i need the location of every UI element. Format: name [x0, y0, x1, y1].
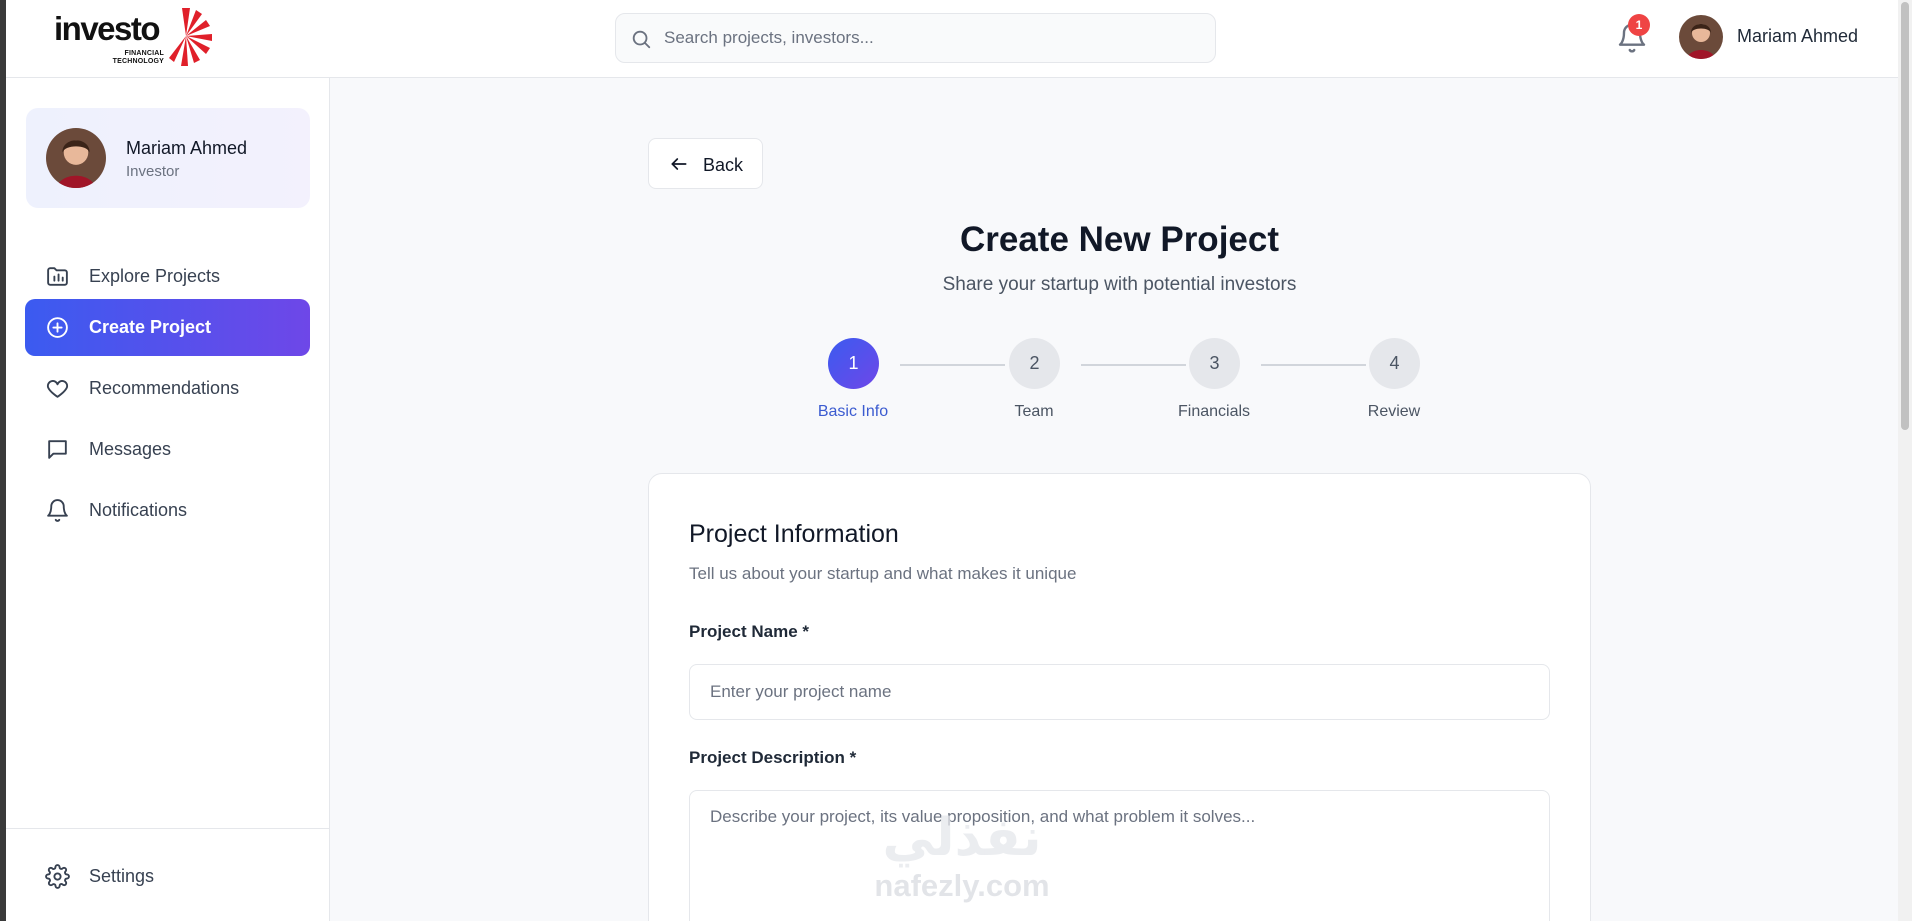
- notification-count-badge: 1: [1628, 14, 1650, 36]
- search-bar: [615, 13, 1216, 63]
- page-scrollbar[interactable]: [1898, 0, 1912, 921]
- step-4-circle[interactable]: 4: [1369, 338, 1420, 389]
- sidebar-item-create-project[interactable]: Create Project: [25, 299, 310, 356]
- project-name-label: Project Name *: [689, 622, 809, 641]
- header-user-name[interactable]: Mariam Ahmed: [1737, 26, 1858, 47]
- brand-tagline: FINANCIAL TECHNOLOGY: [112, 50, 164, 65]
- watermark-arabic: نفذلي: [882, 809, 1042, 867]
- step-1-label: Basic Info: [817, 403, 889, 420]
- step-3-circle[interactable]: 3: [1189, 338, 1240, 389]
- sidebar-item-label: Create Project: [89, 317, 212, 337]
- message-square-icon: [48, 440, 67, 459]
- card-description: Tell us about your startup and what make…: [689, 564, 1077, 583]
- arrow-left-icon: [671, 158, 687, 170]
- project-description-textarea[interactable]: [689, 790, 1550, 921]
- sidebar-item-label: Explore Projects: [89, 266, 221, 286]
- sidebar: Mariam Ahmed Investor Explore Projects C…: [6, 78, 330, 921]
- project-info-card: Project Information Tell us about your s…: [648, 473, 1591, 921]
- search-icon: [632, 30, 651, 49]
- top-header: investo FINANCIAL TECHNOLOGY Search proj…: [6, 0, 1902, 78]
- sidebar-item-label: Recommendations: [89, 378, 240, 398]
- page-title: Create New Project: [959, 220, 1280, 259]
- heart-icon: [46, 380, 69, 398]
- sidebar-item-label: Messages: [89, 439, 172, 459]
- search-input[interactable]: [664, 14, 1204, 62]
- profile-card[interactable]: Mariam Ahmed Investor: [26, 108, 310, 208]
- project-description-label: Project Description *: [689, 748, 857, 767]
- step-4-label: Review: [1367, 403, 1421, 420]
- step-2-circle[interactable]: 2: [1009, 338, 1060, 389]
- sidebar-item-explore-projects[interactable]: Explore Projects: [25, 248, 310, 305]
- avatar-image: [1679, 15, 1723, 59]
- profile-name: Mariam Ahmed: [126, 138, 248, 158]
- brand-mark-icon: [169, 8, 212, 66]
- bell-icon: [47, 499, 68, 522]
- project-name-input[interactable]: [689, 664, 1550, 720]
- sidebar-item-label: Settings: [89, 866, 155, 886]
- scrollbar-thumb[interactable]: [1901, 2, 1909, 430]
- avatar-image: [46, 128, 106, 188]
- step-2-label: Team: [1014, 403, 1054, 420]
- app-window: investo FINANCIAL TECHNOLOGY Search proj…: [6, 0, 1902, 921]
- stepper-connector: [1261, 364, 1366, 366]
- card-title: Project Information: [689, 520, 899, 548]
- sidebar-item-notifications[interactable]: Notifications: [25, 482, 310, 539]
- avatar: [46, 128, 106, 188]
- header-avatar[interactable]: [1679, 15, 1723, 59]
- page-subtitle: Share your startup with potential invest…: [942, 274, 1297, 295]
- stepper-connector: [900, 364, 1005, 366]
- stepper-connector: [1081, 364, 1186, 366]
- watermark: نفذلي nafezly.com: [852, 808, 1072, 921]
- gear-icon: [45, 864, 70, 889]
- sidebar-item-settings[interactable]: Settings: [25, 848, 310, 905]
- sidebar-item-messages[interactable]: Messages: [25, 421, 310, 478]
- back-button[interactable]: Back: [648, 138, 763, 189]
- brand-name: investo: [54, 10, 161, 47]
- plus-circle-icon: [47, 317, 68, 338]
- sidebar-item-recommendations[interactable]: Recommendations: [25, 360, 310, 417]
- step-1-circle[interactable]: 1: [828, 338, 879, 389]
- step-3-label: Financials: [1177, 403, 1251, 420]
- back-button-label: Back: [703, 155, 744, 175]
- folder-chart-icon: [47, 267, 68, 286]
- watermark-latin: nafezly.com: [874, 868, 1050, 903]
- brand-logo[interactable]: investo FINANCIAL TECHNOLOGY: [54, 6, 214, 70]
- sidebar-item-label: Notifications: [89, 500, 188, 520]
- sidebar-divider: [6, 828, 330, 829]
- profile-role: Investor: [126, 163, 180, 180]
